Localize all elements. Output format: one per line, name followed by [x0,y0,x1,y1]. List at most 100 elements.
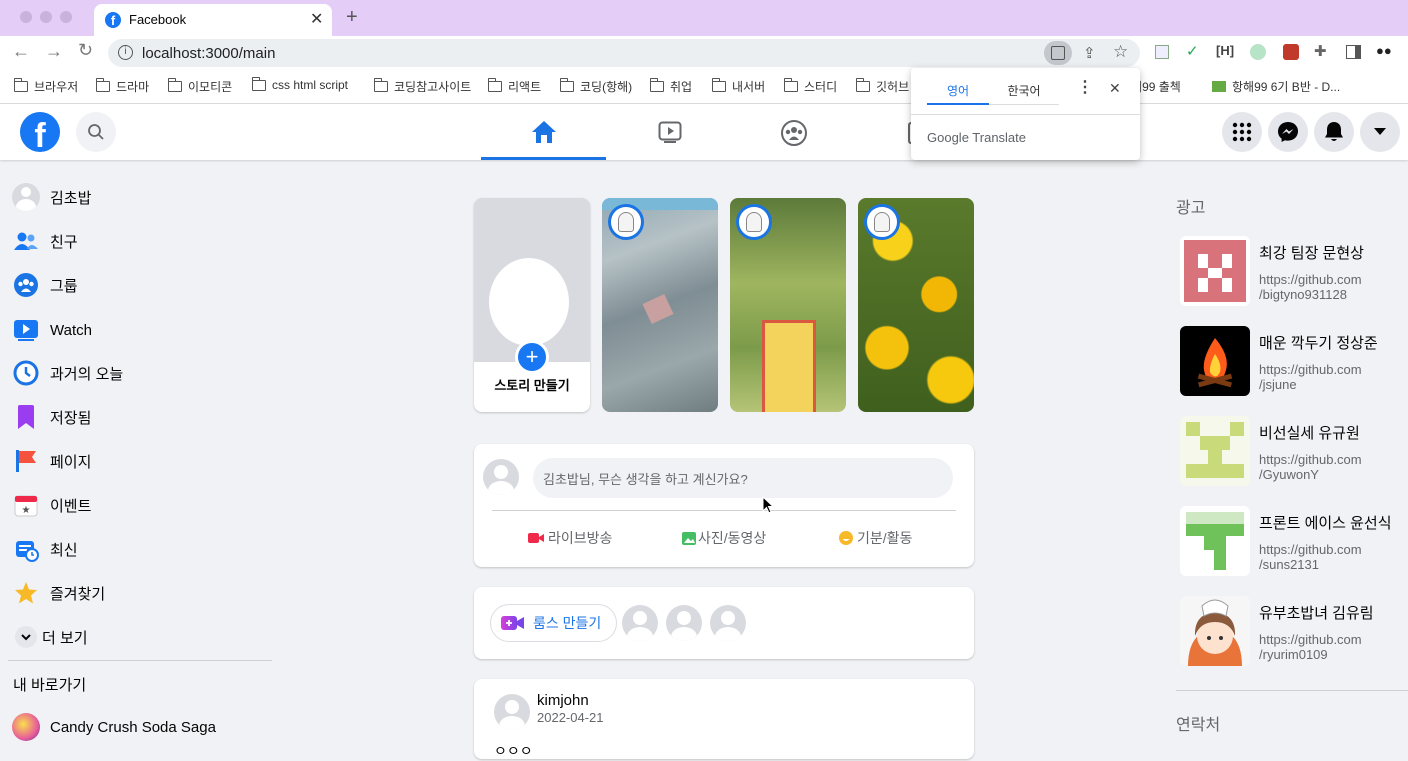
room-friend-avatar[interactable] [622,605,658,641]
translate-tab-target[interactable]: 한국어 [989,82,1059,99]
story-card[interactable] [602,198,718,412]
sidebar-item-pages[interactable]: 페이지 [12,443,91,479]
folder-icon [559,78,574,92]
nav-tab-watch[interactable] [607,104,732,160]
translate-more-icon[interactable]: ⋮ [1077,80,1093,96]
share-icon[interactable]: ⇪ [1083,44,1096,62]
bookmark-link[interactable]: 항해99 6기 B반 - D... [1212,78,1340,95]
recent-icon [12,535,40,563]
bookmark-folder[interactable]: 브라우저 [13,78,78,95]
bookmark-folder[interactable]: 취업 [649,78,692,95]
extension-1-icon[interactable] [1155,45,1169,59]
bookmark-folder[interactable]: 스터디 [783,78,837,95]
translate-tab-source[interactable]: 영어 [927,82,989,99]
live-video-icon [528,533,544,543]
post-text: ㅇㅇㅇ [494,743,533,759]
extension-5-icon[interactable] [1283,44,1299,60]
sidebar-item-memories[interactable]: 과거의 오늘 [12,355,123,391]
side-panel-icon[interactable] [1346,45,1361,59]
sidebar-item-favorites[interactable]: 즐겨찾기 [12,575,105,611]
post-author[interactable]: kimjohn [537,692,589,709]
sidebar-item-saved[interactable]: 저장됨 [12,399,91,435]
nav-tab-home[interactable] [481,104,606,160]
reload-icon[interactable]: ↻ [78,40,93,61]
window-minimize-button[interactable] [40,11,52,23]
bookmark-folder[interactable]: 코딩(항해) [559,78,632,95]
post-date[interactable]: 2022-04-21 [537,710,604,725]
extensions-puzzle-icon[interactable]: ✚ [1314,42,1327,60]
nav-tab-groups[interactable] [733,104,858,160]
add-story-icon[interactable]: + [515,340,549,374]
url-text: localhost:3000/main [142,45,276,62]
sidebar-item-groups[interactable]: 그룹 [12,267,78,303]
sidebar-item-events[interactable]: ★ 이벤트 [12,487,91,523]
story-profile-image [474,198,590,362]
chevron-down-icon [12,623,40,651]
address-bar[interactable]: i localhost:3000/main ⇪ ☆ [108,39,1140,67]
sidebar-item-friends[interactable]: 친구 [12,223,78,259]
story-card[interactable] [730,198,846,412]
sidebar-item-profile[interactable]: 김초밥 [12,179,91,215]
composer-divider [492,510,956,511]
video-icon [658,121,682,143]
ad-title: 비선실세 유규원 [1259,425,1360,442]
sidebar-item-recent[interactable]: 최신 [12,531,78,567]
feeling-activity-button[interactable]: 기분/활동 [839,528,912,548]
ad-item[interactable]: 매운 깍두기 정상준 https://github.com/jsjune [1180,326,1400,398]
room-friend-avatar[interactable] [710,605,746,641]
account-button[interactable] [1360,112,1400,152]
bookmark-folder[interactable]: 리액트 [487,78,541,95]
bookmark-folder[interactable]: 이모티콘 [167,78,232,95]
profile-icon[interactable]: ●● [1376,43,1392,58]
extension-3-icon[interactable]: [H] [1216,43,1234,58]
messenger-icon [1278,122,1298,142]
menu-button[interactable] [1222,112,1262,152]
bookmark-folder[interactable]: 깃허브 [855,78,909,95]
create-story-card[interactable]: + 스토리 만들기 [474,198,590,412]
translate-icon[interactable] [1044,41,1072,65]
create-room-button[interactable]: 룸스 만들기 [490,604,617,642]
bookmark-folder[interactable]: css html script [251,76,348,92]
window-maximize-button[interactable] [60,11,72,23]
post-composer: 김초밥님, 무슨 생각을 하고 계신가요? 라이브방송 사진/동영상 기분/활동 [474,444,974,567]
bookmark-folder[interactable]: 드라마 [95,78,149,95]
story-avatar [736,204,772,240]
extension-2-icon[interactable]: ✓ [1186,42,1199,60]
site-info-icon[interactable]: i [118,45,133,60]
browser-tab[interactable]: f Facebook ✕ [94,4,332,36]
notifications-button[interactable] [1314,112,1354,152]
folder-icon [95,78,110,92]
sidebar-shortcut-candy-crush[interactable]: Candy Crush Soda Saga [12,709,216,745]
translate-close-icon[interactable]: ✕ [1109,80,1121,97]
photo-video-button[interactable]: 사진/동영상 [682,528,766,548]
browser-tab-bar: f Facebook ✕ + [0,0,1408,36]
new-tab-icon[interactable]: + [346,6,358,29]
facebook-logo[interactable]: f [20,112,60,152]
live-video-button[interactable]: 라이브방송 [528,528,612,548]
ad-item[interactable]: 유부초밥녀 김유림 https://github.com/ryurim0109 [1180,596,1400,668]
bookmark-folder[interactable]: 코딩참고사이트 [373,78,471,95]
composer-input[interactable]: 김초밥님, 무슨 생각을 하고 계신가요? [533,458,953,498]
extension-4-icon[interactable] [1250,44,1266,60]
ad-thumbnail [1180,596,1250,666]
story-card[interactable] [858,198,974,412]
search-button[interactable] [76,112,116,152]
ad-thumbnail [1180,326,1250,396]
bookmark-star-icon[interactable]: ☆ [1113,42,1128,62]
ad-item[interactable]: 최강 팀장 문현상 https://github.com/bigtyno9311… [1180,236,1400,308]
ad-title: 최강 팀장 문현상 [1259,245,1364,262]
bookmark-folder[interactable]: 내서버 [711,78,765,95]
ad-item[interactable]: 프론트 에이스 윤선식 https://github.com/suns2131 [1180,506,1400,578]
ad-item[interactable]: 비선실세 유규원 https://github.com/GyuwonY [1180,416,1400,488]
messenger-button[interactable] [1268,112,1308,152]
forward-icon[interactable]: → [45,41,63,62]
nav-active-indicator [481,157,606,160]
window-close-button[interactable] [20,11,32,23]
room-friend-avatar[interactable] [666,605,702,641]
post-author-avatar[interactable] [494,694,530,730]
friends-icon [12,227,40,255]
back-icon[interactable]: ← [12,41,30,62]
sidebar-item-watch[interactable]: Watch [12,312,92,348]
tab-close-icon[interactable]: ✕ [310,9,323,29]
sidebar-more-button[interactable]: 더 보기 [12,619,88,655]
